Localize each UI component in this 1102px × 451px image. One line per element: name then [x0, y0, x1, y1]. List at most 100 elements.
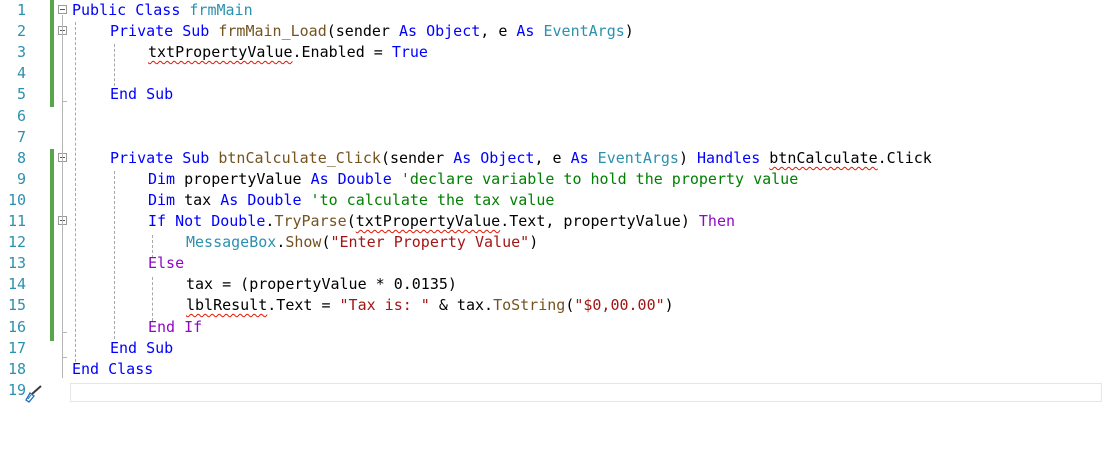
line-number: 16 — [7, 317, 26, 336]
line-number: 2 — [16, 22, 26, 41]
code-text: ) — [529, 233, 539, 251]
collapse-icon[interactable] — [58, 5, 67, 14]
keyword: As — [220, 191, 239, 209]
line-number: 10 — [7, 190, 26, 209]
code-text: .Text, propertyValue) — [500, 212, 699, 230]
code-text: .Text = — [267, 296, 340, 314]
type-name: Object — [417, 22, 481, 40]
code-line-8[interactable]: Private Sub btnCalculate_Click(sender As… — [110, 148, 932, 169]
keyword: Class — [126, 1, 190, 19]
keyword: Then — [698, 212, 736, 230]
indent-guide — [114, 44, 115, 86]
identifier-with-warning: btnCalculate — [769, 149, 878, 167]
code-text: ( — [321, 233, 331, 251]
keyword: End Sub — [110, 339, 174, 357]
code-line-14[interactable]: tax = (propertyValue * 0.0135) — [186, 274, 457, 295]
code-cleanup-brush-icon[interactable] — [23, 383, 45, 403]
identifier-with-warning: txtPropertyValue — [148, 43, 293, 61]
code-editor[interactable]: 1 2 3 4 5 6 7 8 9 10 11 12 13 14 15 16 17 18 19 Public Cla… — [0, 0, 1102, 451]
line-number: 13 — [7, 254, 26, 273]
code-line-13[interactable]: Else — [148, 253, 184, 274]
current-line-highlight[interactable] — [70, 383, 1102, 402]
line-number: 11 — [7, 212, 26, 230]
identifier-with-warning: lblResult — [186, 296, 268, 314]
code-line-17[interactable]: End Sub — [110, 338, 173, 359]
code-text: ) — [664, 296, 674, 314]
code-line-10[interactable]: Dim tax As Double 'to calculate the tax … — [148, 190, 554, 211]
code-text: (sender — [326, 22, 399, 40]
keyword: Public — [72, 1, 127, 19]
keyword: Else — [148, 254, 185, 272]
method-name: frmMain_Load — [218, 22, 327, 40]
keyword: As — [310, 170, 329, 188]
comment: 'declare variable to hold the property v… — [391, 170, 799, 188]
keyword: End Class — [72, 360, 154, 378]
change-indicator — [50, 0, 54, 107]
line-number: 18 — [7, 359, 26, 378]
code-line-1[interactable]: Public Class frmMain — [72, 0, 253, 21]
code-text: , e — [534, 149, 571, 167]
string-literal: "$0,00.00" — [574, 296, 665, 314]
code-text: ( — [346, 212, 356, 230]
method-name: btnCalculate_Click — [218, 149, 381, 167]
method-name: TryParse — [274, 212, 347, 230]
code-text: tax — [175, 191, 221, 209]
identifier-with-warning: txtPropertyValue — [355, 212, 501, 230]
line-number: 4 — [16, 64, 26, 83]
line-number: 15 — [7, 296, 26, 315]
type-name: Object — [471, 149, 535, 167]
type-name: Double — [238, 191, 302, 209]
keyword: Private — [110, 149, 174, 167]
line-number: 6 — [16, 106, 26, 125]
class-name: MessageBox — [186, 233, 277, 251]
line-number: 17 — [7, 338, 26, 357]
method-name: Show — [285, 233, 322, 251]
keyword: Dim — [148, 191, 176, 209]
code-text: .Enabled = — [292, 43, 392, 61]
line-number: 14 — [7, 275, 26, 294]
code-line-5[interactable]: End Sub — [110, 84, 173, 105]
code-text: ) — [624, 22, 634, 40]
code-text: , e — [480, 22, 517, 40]
comment: 'to calculate the tax value — [301, 191, 555, 209]
code-line-18[interactable]: End Class — [72, 359, 153, 380]
code-text: .Click — [877, 149, 932, 167]
string-literal: "Enter Property Value" — [330, 233, 530, 251]
code-text: tax = (propertyValue * 0.0135) — [186, 275, 457, 293]
keyword: Sub — [173, 22, 219, 40]
line-number: 5 — [16, 85, 26, 104]
fold-line — [62, 15, 63, 378]
code-line-16[interactable]: End If — [148, 317, 202, 338]
line-number: 1 — [16, 1, 26, 19]
keyword: As — [453, 149, 472, 167]
code-text: ) — [678, 149, 698, 167]
line-number: 9 — [16, 169, 26, 188]
code-text: & tax. — [429, 296, 494, 314]
code-text: . — [276, 233, 286, 251]
indent-guide — [75, 22, 76, 362]
indent-guide — [114, 171, 115, 339]
code-line-15[interactable]: lblResult.Text = "Tax is: " & tax.ToStri… — [186, 295, 674, 316]
line-number: 12 — [7, 233, 26, 252]
code-text: ( — [565, 296, 575, 314]
line-number: 7 — [16, 127, 26, 146]
type-name: EventArgs — [534, 22, 625, 40]
keyword: Handles — [697, 149, 761, 167]
code-line-2[interactable]: Private Sub frmMain_Load(sender As Objec… — [110, 21, 634, 42]
indent-guide — [152, 277, 153, 321]
fold-end — [62, 332, 67, 333]
keyword: As — [516, 22, 535, 40]
code-line-9[interactable]: Dim propertyValue As Double 'declare var… — [148, 169, 798, 190]
keyword: End Sub — [110, 85, 174, 103]
code-line-12[interactable]: MessageBox.Show("Enter Property Value") — [186, 232, 538, 253]
fold-end — [62, 357, 67, 358]
type-name: Double — [328, 170, 392, 188]
keyword: As — [399, 22, 418, 40]
code-text: (sender — [380, 149, 454, 167]
keyword: Sub — [173, 149, 219, 167]
keyword: As — [570, 149, 589, 167]
class-name: frmMain — [189, 1, 253, 19]
code-line-11[interactable]: If Not Double.TryParse(txtPropertyValue.… — [148, 211, 735, 232]
code-line-3[interactable]: txtPropertyValue.Enabled = True — [148, 42, 428, 63]
